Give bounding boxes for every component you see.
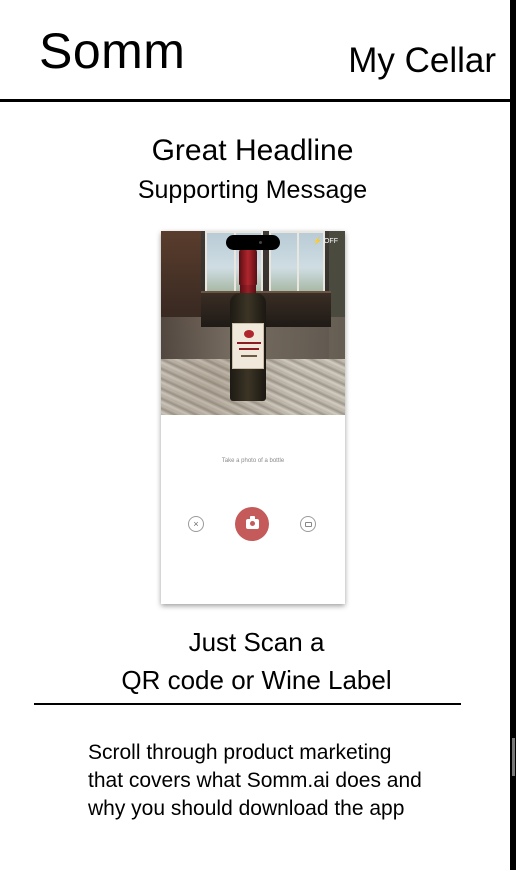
bottle-photo: ⚡ OFF xyxy=(161,231,345,415)
flash-toggle[interactable]: ⚡ OFF xyxy=(313,238,338,246)
header-divider xyxy=(0,99,510,102)
camera-icon xyxy=(246,516,259,529)
marketing-line: that covers what Somm.ai does and xyxy=(88,769,422,792)
hero-headline: Great Headline xyxy=(151,134,354,167)
phone-notch xyxy=(226,235,280,250)
marketing-line: why you should download the app xyxy=(88,797,405,820)
marketing-copy: Scroll through product marketing that co… xyxy=(88,739,498,823)
camera-shutter-button[interactable] xyxy=(235,507,269,541)
scan-divider xyxy=(34,703,461,705)
logo[interactable]: Somm xyxy=(39,22,185,80)
my-cellar-link[interactable]: My Cellar xyxy=(348,40,496,82)
header: Somm My Cellar xyxy=(0,0,510,102)
wine-bottle-image xyxy=(227,249,269,401)
scrollbar-thumb[interactable] xyxy=(512,738,515,776)
camera-controls: × xyxy=(161,507,345,541)
close-icon[interactable]: × xyxy=(188,516,204,532)
gallery-icon[interactable] xyxy=(300,516,316,532)
phone-mockup: ⚡ OFF Take a photo of a bottle × xyxy=(161,231,345,604)
hero-subhead: Supporting Message xyxy=(137,176,368,204)
right-edge-bar xyxy=(510,0,516,870)
scan-caption-line-2: QR code or Wine Label xyxy=(121,665,392,695)
scan-caption-line-1: Just Scan a xyxy=(188,627,325,657)
marketing-line: Scroll through product marketing xyxy=(88,741,392,764)
photo-prompt: Take a photo of a bottle xyxy=(221,458,285,464)
